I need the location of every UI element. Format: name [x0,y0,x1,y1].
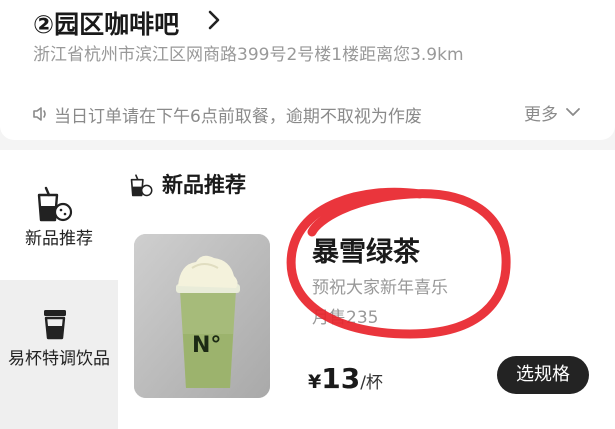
pickup-notice: 当日订单请在下午6点前取餐，逾期不取视为作废 [54,107,422,127]
monthly-sales: 月售235 [312,308,379,328]
product-price: ¥13/杯 [308,362,383,395]
cup-logo: N° [192,333,221,358]
sidebar-item-special-drinks[interactable]: 易杯特调饮品 [0,280,118,429]
chevron-down-icon[interactable] [565,105,581,119]
cup-icon [44,310,66,340]
price-value: 13 [321,362,361,395]
product-image[interactable]: N° [134,234,270,398]
product-description: 预祝大家新年喜乐 [312,278,448,298]
sidebar-item-label: 易杯特调饮品 [8,349,110,369]
more-link[interactable]: 更多 [524,100,558,125]
sidebar-item-new[interactable]: 新品推荐 [0,150,118,280]
product-list: 新品推荐 N° 暴雪绿茶 预祝大家新年喜乐 月售235 ¥13/杯 选规格 [118,150,615,429]
speaker-icon [33,107,46,121]
category-sidebar: 新品推荐 易杯特调饮品 [0,150,118,429]
matcha-drink-photo: N° [134,234,270,398]
select-spec-button[interactable]: 选规格 [497,356,589,394]
section-title: 新品推荐 [162,173,246,197]
store-info-card: ②园区咖啡吧 浙江省杭州市滨江区网商路399号2号楼1楼距离您3.9km 当日订… [0,0,615,140]
price-currency: ¥ [308,371,322,393]
new-drink-icon [130,174,153,197]
product-name[interactable]: 暴雪绿茶 [312,230,420,269]
store-address: 浙江省杭州市滨江区网商路399号2号楼1楼距离您3.9km [33,45,464,65]
new-drink-icon [37,186,73,222]
sidebar-item-label: 新品推荐 [25,229,93,249]
store-name[interactable]: ②园区咖啡吧 [33,5,179,41]
price-unit: /杯 [360,373,383,393]
chevron-right-icon[interactable] [203,9,225,31]
